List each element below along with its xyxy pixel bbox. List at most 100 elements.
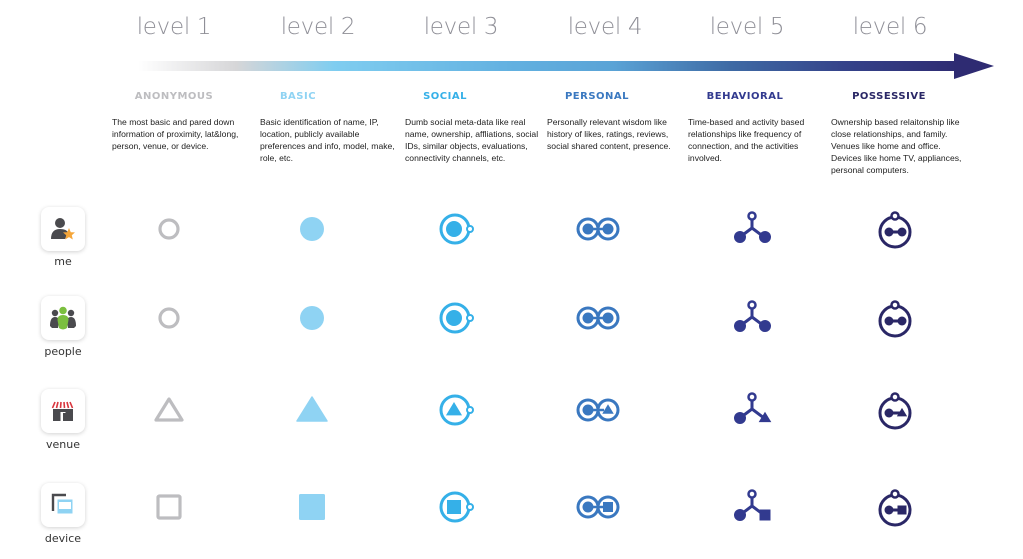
anonymous-circle-outline: [158, 218, 180, 240]
symbol-me-possessive: [875, 209, 915, 249]
symbol-people-social: [435, 298, 475, 338]
behavioral-square-node: [759, 509, 771, 521]
symbol-people-personal: [576, 298, 620, 338]
social-connector-node: [466, 406, 474, 414]
behavioral-left-node: [734, 412, 746, 424]
level-label-3: level 3: [423, 14, 499, 40]
category-description-anonymous: The most basic and pared down informatio…: [112, 117, 239, 151]
device-icon: [51, 493, 74, 515]
personal-circle-core: [602, 223, 614, 235]
possessive-square-node: [897, 505, 907, 515]
social-connector-node: [466, 225, 474, 233]
progression-arrow-shaft: [138, 61, 958, 71]
category-description-possessive: Ownership based relaitonship like close …: [831, 117, 962, 175]
behavioral-left-node: [734, 509, 746, 521]
me-icon-tile: [41, 207, 85, 251]
symbol-device-behavioral: [732, 487, 772, 527]
possessive-top-node: [890, 211, 900, 221]
possessive-left-node: [884, 408, 894, 418]
symbol-venue-possessive: [875, 390, 915, 430]
row-label-venue: venue: [46, 438, 80, 451]
personal-left-core: [582, 223, 594, 235]
category-description-personal: Personally relevant wisdom like history …: [547, 117, 671, 151]
personal-circle-core: [602, 312, 614, 324]
symbol-me-behavioral: [732, 209, 772, 249]
symbol-device-social: [435, 487, 475, 527]
personal-square-core: [603, 502, 613, 512]
basic-circle-filled: [300, 306, 324, 330]
symbol-me-anonymous: [149, 209, 189, 249]
symbol-device-anonymous: [149, 487, 189, 527]
storefront-icon: [51, 401, 74, 421]
anonymous-circle-outline: [158, 307, 180, 329]
possessive-circle-node: [897, 227, 907, 237]
symbol-venue-personal: [576, 390, 620, 430]
personal-left-core: [582, 312, 594, 324]
behavioral-left-node: [734, 231, 746, 243]
possessive-top-node: [890, 489, 900, 499]
personal-left-core: [582, 501, 594, 513]
basic-circle-filled: [300, 217, 324, 241]
level-label-6: level 6: [852, 14, 928, 40]
behavioral-circle-node: [759, 320, 771, 332]
possessive-left-node: [884, 505, 894, 515]
symbol-venue-anonymous: [149, 390, 189, 430]
basic-square-filled: [299, 494, 325, 520]
arrow-head-icon: [954, 53, 994, 79]
possessive-left-node: [884, 227, 894, 237]
anonymous-square-outline: [156, 494, 182, 520]
category-title-possessive: POSSESSIVE: [852, 91, 926, 102]
symbol-me-basic: [292, 209, 332, 249]
possessive-circle-node: [897, 316, 907, 326]
symbol-me-social: [435, 209, 475, 249]
device-icon-tile: [41, 483, 85, 527]
progression-arrow: [138, 53, 996, 79]
behavioral-top-node: [747, 300, 757, 310]
level-label-4: level 4: [567, 14, 643, 40]
possessive-top-node: [890, 300, 900, 310]
behavioral-circle-node: [759, 231, 771, 243]
row-label-me: me: [54, 255, 72, 268]
category-title-basic: BASIC: [279, 91, 317, 102]
person-star-icon: [51, 218, 75, 240]
social-square-core: [447, 500, 461, 514]
venue-icon-tile: [41, 389, 85, 433]
behavioral-top-node: [747, 392, 757, 402]
people-icon-tile: [41, 296, 85, 340]
behavioral-left-node: [734, 320, 746, 332]
behavioral-top-node: [747, 211, 757, 221]
possessive-top-node: [890, 392, 900, 402]
category-description-basic: Basic identification of name, IP, locati…: [260, 117, 395, 163]
symbol-venue-social: [435, 390, 475, 430]
symbol-people-possessive: [875, 298, 915, 338]
level-label-1: level 1: [136, 14, 212, 40]
group-icon: [50, 306, 76, 330]
social-connector-node: [466, 314, 474, 322]
behavioral-top-node: [747, 489, 757, 499]
social-circle-core: [446, 310, 462, 326]
symbol-device-personal: [576, 487, 620, 527]
symbol-people-behavioral: [732, 298, 772, 338]
category-description-social: Dumb social meta-data like real name, ow…: [405, 117, 539, 163]
row-label-people: people: [44, 345, 82, 358]
social-connector-node: [466, 503, 474, 511]
category-title-personal: PERSONAL: [564, 91, 630, 102]
possessive-left-node: [884, 316, 894, 326]
symbol-people-basic: [292, 298, 332, 338]
category-title-anonymous: ANONYMOUS: [134, 91, 214, 102]
level-label-5: level 5: [709, 14, 785, 40]
symbol-device-basic: [292, 487, 332, 527]
category-title-behavioral: BEHAVIORAL: [706, 91, 784, 102]
symbol-me-personal: [576, 209, 620, 249]
anonymous-triangle-outline: [154, 397, 184, 422]
level-label-2: level 2: [280, 14, 356, 40]
symbol-venue-behavioral: [732, 390, 772, 430]
personal-left-core: [582, 404, 594, 416]
basic-triangle-filled: [296, 396, 328, 422]
symbol-device-possessive: [875, 487, 915, 527]
category-title-social: SOCIAL: [423, 91, 467, 102]
symbol-venue-basic: [292, 390, 332, 430]
symbol-people-anonymous: [149, 298, 189, 338]
category-description-behavioral: Time-based and activity based relationsh…: [688, 117, 805, 163]
social-triangle-core: [445, 402, 463, 416]
